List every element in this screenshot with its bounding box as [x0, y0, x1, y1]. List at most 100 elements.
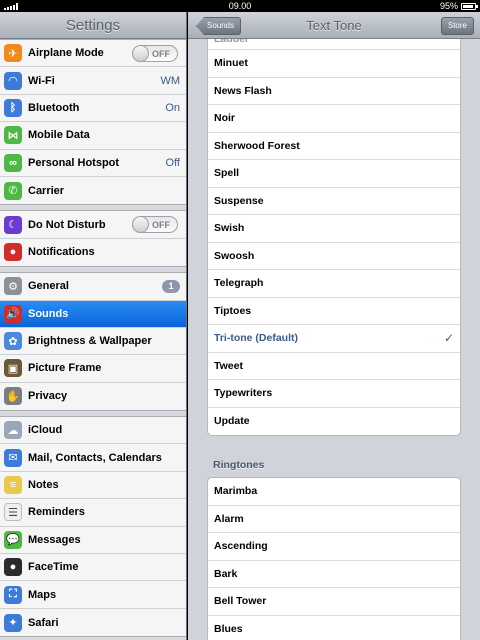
settings-item-label: Notifications [28, 246, 95, 259]
settings-item-label: Reminders [28, 506, 85, 519]
settings-item-label: Personal Hotspot [28, 156, 120, 169]
ringtones-section-header: Ringtones [213, 459, 265, 471]
mail-icon: ✉ [4, 448, 22, 467]
cloud-icon: ☁ [4, 421, 22, 440]
settings-item-label: Messages [28, 533, 81, 546]
settings-item-label: Maps [28, 588, 57, 601]
settings-item-privacy[interactable]: ✋ Privacy [0, 383, 186, 410]
tone-label: Swish [214, 222, 245, 234]
gear-icon: ⚙ [4, 277, 22, 296]
settings-item-label: Brightness & Wallpaper [28, 335, 152, 348]
toggle-knob [132, 45, 149, 62]
settings-item-do-not-disturb[interactable]: ☾ Do Not Disturb OFF [0, 211, 186, 239]
settings-pane: Settings ✈ Airplane Mode OFF ◠ Wi-Fi WM ᛒ Bluet… [0, 12, 187, 640]
moon-icon: ☾ [4, 215, 22, 234]
settings-item-maps[interactable]: ⛶ Maps [0, 581, 186, 609]
tone-label: Tri-tone (Default) [214, 332, 298, 344]
settings-item-icloud[interactable]: ☁ iCloud [0, 417, 186, 445]
ringtone-item-alarm[interactable]: Alarm [208, 506, 460, 533]
toggle-knob [132, 216, 149, 234]
settings-item-label: iCloud [28, 424, 63, 437]
notifications-icon: ● [4, 243, 22, 262]
speaker-icon: 🔊 [4, 304, 22, 323]
ringtone-label: Blues [214, 622, 243, 635]
tone-label: Suspense [214, 194, 264, 207]
tone-item-telegraph[interactable]: Telegraph [208, 270, 460, 298]
settings-item-messages[interactable]: 💬 Messages [0, 527, 186, 555]
tone-item-suspense[interactable]: Suspense [208, 188, 460, 215]
mobile-data-icon: ⋈ [4, 126, 22, 145]
tone-label: Sherwood Forest [214, 139, 300, 152]
settings-item-general[interactable]: ⚙ General 1 [0, 273, 186, 301]
tone-item-tiptoes[interactable]: Tiptoes [208, 298, 460, 325]
tone-label: Noir [214, 112, 235, 124]
settings-item-label: Picture Frame [28, 362, 102, 375]
tone-item-news-flash[interactable]: News Flash [208, 78, 460, 105]
settings-item-reminders[interactable]: ☰ Reminders [0, 499, 186, 527]
brightness-icon: ✿ [4, 332, 22, 351]
settings-item-carrier[interactable]: ✆ Carrier [0, 177, 186, 204]
maps-icon: ⛶ [4, 585, 22, 604]
ringtone-label: Alarm [214, 512, 244, 525]
tone-item-spell[interactable]: Spell [208, 160, 460, 188]
battery-icon [461, 3, 478, 10]
settings-item-label: Do Not Disturb [28, 218, 106, 231]
tone-label: Spell [214, 167, 240, 179]
store-button[interactable]: Store [440, 17, 474, 35]
ringtone-item-bell-tower[interactable]: Bell Tower [208, 588, 460, 616]
tone-label: Tiptoes [214, 304, 252, 317]
settings-item-label: Wi-Fi [28, 74, 55, 87]
ringtone-label: Bark [214, 567, 238, 580]
tone-item-update[interactable]: Update [208, 408, 460, 436]
settings-item-facetime[interactable]: ● FaceTime [0, 554, 186, 582]
hotspot-icon: ∞ [4, 153, 22, 172]
tone-item-minuet[interactable]: Minuet [208, 50, 460, 78]
battery-percentage: 95% [439, 1, 458, 11]
tone-item-swoosh[interactable]: Swoosh [208, 243, 460, 270]
carrier-icon: ✆ [4, 181, 22, 200]
settings-item-mobile-data[interactable]: ⋈ Mobile Data [0, 122, 186, 150]
hand-icon: ✋ [4, 387, 22, 406]
settings-item-label: Airplane Mode [28, 47, 104, 60]
settings-item-personal-hotspot[interactable]: ∞ Personal Hotspot Off [0, 150, 186, 177]
settings-item-airplane-mode[interactable]: ✈ Airplane Mode OFF [0, 40, 186, 68]
status-bar: 09.00 95% [0, 0, 480, 12]
ringtone-item-marimba[interactable]: Marimba [208, 478, 460, 506]
settings-group: ⚙ General 1 🔊 Sounds ✿ Brightness & Wallpaper ▣… [0, 272, 186, 412]
tone-item-tweet[interactable]: Tweet [208, 353, 460, 380]
tone-label: Update [214, 414, 250, 427]
settings-item-label: Bluetooth [28, 101, 80, 114]
tone-item-sherwood-forest[interactable]: Sherwood Forest [208, 133, 460, 160]
settings-item-sounds[interactable]: 🔊 Sounds [0, 300, 186, 328]
tone-label: Typewriters [214, 387, 273, 399]
do-not-disturb-toggle[interactable]: OFF [132, 216, 178, 234]
settings-item-bluetooth[interactable]: ᛒ Bluetooth On [0, 95, 186, 123]
ringtone-item-ascending[interactable]: Ascending [208, 533, 460, 561]
ringtone-item-blues[interactable]: Blues [208, 616, 460, 640]
tone-item-typewriters[interactable]: Typewriters [208, 380, 460, 408]
back-button[interactable]: Sounds [196, 17, 242, 35]
settings-item-notes[interactable]: ≡ Notes [0, 472, 186, 500]
settings-item-wi-fi[interactable]: ◠ Wi-Fi WM [0, 67, 186, 95]
settings-item-label: Carrier [28, 184, 65, 197]
settings-item-label: Notes [28, 479, 59, 492]
tone-item-ladder[interactable]: Ladder [208, 39, 460, 50]
settings-item-brightness-wallpaper[interactable]: ✿ Brightness & Wallpaper [0, 328, 186, 356]
tone-label: Tweet [214, 359, 243, 372]
ringtone-item-bark[interactable]: Bark [208, 561, 460, 588]
settings-item-notifications[interactable]: ● Notifications [0, 239, 186, 266]
ringtone-label: Marimba [214, 485, 258, 497]
settings-item-safari[interactable]: ✦ Safari [0, 609, 186, 636]
settings-item-picture-frame[interactable]: ▣ Picture Frame [0, 355, 186, 383]
tone-item-tri-tone-default[interactable]: Tri-tone (Default) ✓ [208, 325, 460, 353]
tone-item-swish[interactable]: Swish [208, 215, 460, 243]
tone-item-noir[interactable]: Noir [208, 105, 460, 133]
airplane-mode-toggle[interactable]: OFF [132, 45, 178, 62]
messages-icon: 💬 [4, 530, 22, 549]
settings-title: Settings [0, 12, 186, 39]
settings-item-label: Mail, Contacts, Calendars [28, 451, 162, 464]
settings-item-mail-contacts-calendars[interactable]: ✉ Mail, Contacts, Calendars [0, 444, 186, 472]
text-tone-pane: Text Tone Sounds Store Ladder Minuet News … [188, 12, 480, 640]
settings-item-label: General [28, 280, 69, 293]
notes-icon: ≡ [4, 476, 22, 495]
